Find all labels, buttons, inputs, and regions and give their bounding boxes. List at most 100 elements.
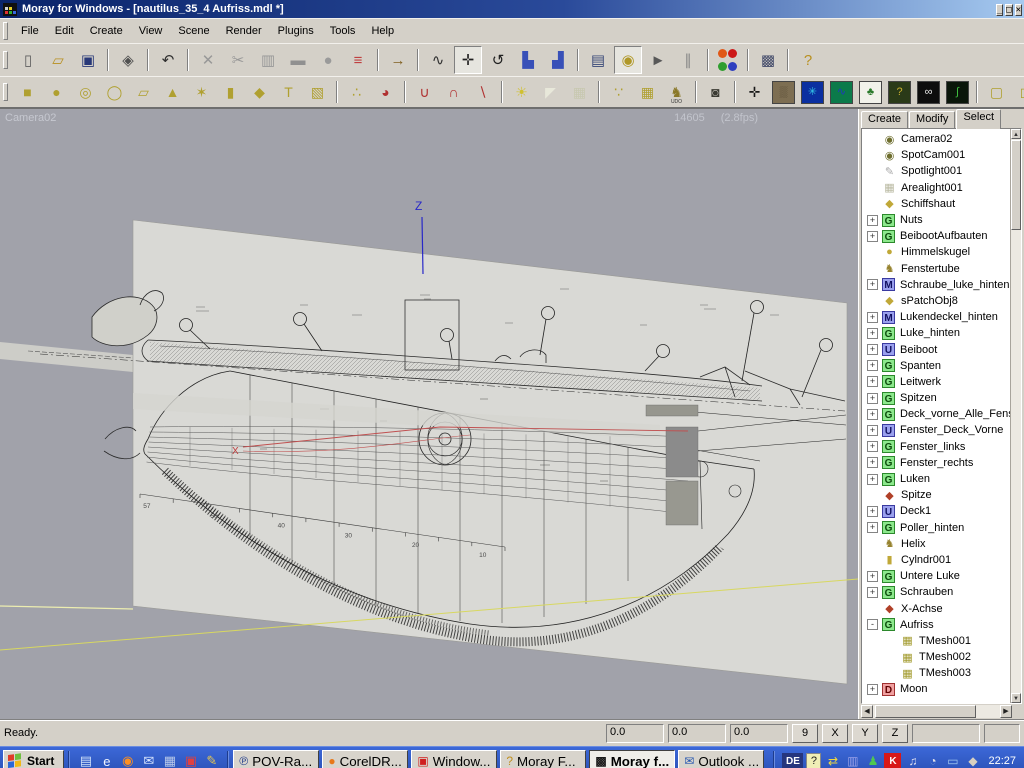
tree-item-beiboot[interactable]: +UBeiboot — [863, 341, 1010, 357]
axis-button-x[interactable]: X — [822, 724, 848, 743]
tree-item-poller-hinten[interactable]: +GPoller_hinten — [863, 520, 1010, 536]
text-primitive-icon[interactable]: T — [275, 79, 302, 105]
materials-editor-icon[interactable] — [714, 46, 742, 74]
tab-create[interactable]: Create — [861, 111, 908, 128]
tree-item-cylndr001[interactable]: ▮Cylndr001 — [863, 552, 1010, 568]
expand-icon[interactable]: + — [867, 279, 878, 290]
axis-button-y[interactable]: Y — [852, 724, 878, 743]
tree-item-deck-vorne-alle-fenster[interactable]: +GDeck_vorne_Alle_Fenster — [863, 406, 1010, 422]
internet-explorer-icon[interactable]: e — [97, 752, 116, 768]
pattern-texture-icon[interactable]: ∿ — [830, 81, 853, 104]
plasma-texture-icon[interactable]: ✳ — [801, 81, 824, 104]
toolbar-grip[interactable] — [3, 22, 8, 40]
expand-icon[interactable]: + — [867, 376, 878, 387]
pyramid-primitive-icon[interactable]: ◆ — [246, 79, 273, 105]
rock-texture-icon[interactable]: ▒ — [772, 81, 795, 104]
expand-icon[interactable]: + — [867, 571, 878, 582]
task-button-pov-ra[interactable]: ℗POV-Ra... — [233, 750, 319, 768]
title-bar[interactable]: Moray for Windows - [nautilus_35_4 Aufri… — [0, 0, 1024, 18]
tree-item-spotlight001[interactable]: ✎Spotlight001 — [863, 163, 1010, 179]
pointlight-icon[interactable]: ☀ — [508, 79, 535, 105]
tree-item-fenster-links[interactable]: +GFenster_links — [863, 439, 1010, 455]
box-primitive-icon[interactable]: ■ — [14, 79, 41, 105]
spheres-group-icon[interactable]: ∵ — [605, 79, 632, 105]
cut-icon[interactable]: ✂ — [224, 46, 252, 74]
lattice-icon[interactable]: ▦ — [634, 79, 661, 105]
horizontal-scroll-thumb[interactable] — [875, 705, 976, 718]
tree-texture-icon[interactable]: ♣ — [859, 81, 882, 104]
tree-item-arealight001[interactable]: ▦Arealight001 — [863, 180, 1010, 196]
scale-uniform-icon[interactable]: ▟ — [544, 46, 572, 74]
blob-group-icon[interactable]: ∴ — [343, 79, 370, 105]
viewport-canvas[interactable]: X Z 575040302010 — [0, 109, 858, 719]
arealight-icon[interactable]: ▦ — [566, 79, 593, 105]
expand-icon[interactable]: + — [867, 328, 878, 339]
edit-curve-icon[interactable]: ∿ — [424, 46, 452, 74]
rounded-box-icon[interactable]: ▢ — [983, 79, 1010, 105]
antivirus-icon[interactable]: K — [884, 753, 901, 768]
expand-icon[interactable]: + — [867, 215, 878, 226]
scroll-left-icon[interactable]: ◀ — [861, 705, 873, 718]
menu-view[interactable]: View — [131, 22, 171, 40]
tree-item-spotcam001[interactable]: ◉SpotCam001 — [863, 147, 1010, 163]
coordinate-field[interactable]: 0.0 — [730, 724, 788, 743]
taskbar-clock[interactable]: 22:27 — [988, 755, 1016, 767]
pause-icon[interactable]: ∥ — [674, 46, 702, 74]
tree-item-camera02[interactable]: ◉Camera02 — [863, 131, 1010, 147]
next-keyframe-icon[interactable]: ► — [644, 46, 672, 74]
axis-button-9[interactable]: 9 — [792, 724, 818, 743]
expand-icon[interactable]: + — [867, 474, 878, 485]
save-icon[interactable]: ▣ — [74, 46, 102, 74]
blob-icon[interactable]: ● — [314, 46, 342, 74]
moray-logo-icon[interactable] — [3, 3, 17, 16]
restore-button[interactable]: □ — [1005, 4, 1012, 16]
menu-plugins[interactable]: Plugins — [270, 22, 322, 40]
update-icon[interactable]: ⇄ — [824, 753, 841, 768]
quick-render-icon[interactable]: ◈ — [114, 46, 142, 74]
clock-tray-icon[interactable]: ◔ — [924, 753, 941, 768]
tree-item-tmesh002[interactable]: ▦TMesh002 — [863, 649, 1010, 665]
expand-icon[interactable]: + — [867, 312, 878, 323]
stereo-glasses-icon[interactable]: ∞ — [917, 81, 940, 104]
import-icon[interactable]: → — [384, 46, 412, 74]
vertical-scroll-thumb[interactable] — [1011, 140, 1021, 230]
tree-item-leitwerk[interactable]: +GLeitwerk — [863, 374, 1010, 390]
tree-item-spitzen[interactable]: +GSpitzen — [863, 390, 1010, 406]
tree-item-nuts[interactable]: +GNuts — [863, 212, 1010, 228]
tree-item-luke-hinten[interactable]: +GLuke_hinten — [863, 325, 1010, 341]
materials-stack-icon[interactable]: ≡ — [344, 46, 372, 74]
start-button[interactable]: Start — [3, 750, 64, 768]
calculator-icon[interactable]: ▦ — [160, 752, 179, 768]
eraser-icon[interactable]: ◆ — [964, 753, 981, 768]
menu-create[interactable]: Create — [82, 22, 131, 40]
minimize-button[interactable]: _ — [996, 4, 1003, 16]
menu-scene[interactable]: Scene — [170, 22, 217, 40]
tree-vertical-scrollbar[interactable]: ▲ ▼ — [1010, 129, 1021, 703]
copy-icon[interactable]: ▥ — [254, 46, 282, 74]
scroll-down-icon[interactable]: ▼ — [1011, 693, 1021, 703]
floppy-save-icon[interactable]: ▣ — [181, 752, 200, 768]
axis-button-z[interactable]: Z — [882, 724, 908, 743]
tree-item-tmesh003[interactable]: ▦TMesh003 — [863, 665, 1010, 681]
cylinder-primitive-icon[interactable]: ▮ — [217, 79, 244, 105]
capsule-icon[interactable]: ◻ — [1012, 79, 1024, 105]
network-icon[interactable]: ▥ — [844, 753, 861, 768]
scale-icon[interactable]: ▙ — [514, 46, 542, 74]
star-primitive-icon[interactable]: ✶ — [188, 79, 215, 105]
scroll-up-icon[interactable]: ▲ — [1011, 129, 1021, 139]
tree-item-lukendeckel-hinten[interactable]: +MLukendeckel_hinten — [863, 309, 1010, 325]
undo-icon[interactable]: ↶ — [154, 46, 182, 74]
menu-tools[interactable]: Tools — [322, 22, 364, 40]
scroll-right-icon[interactable]: ▶ — [1000, 705, 1012, 718]
tree-item-aufriss[interactable]: -GAufriss — [863, 617, 1010, 633]
expand-icon[interactable]: + — [867, 684, 878, 695]
expand-icon[interactable]: + — [867, 344, 878, 355]
coordinate-field[interactable]: 0.0 — [606, 724, 664, 743]
sphere-primitive-icon[interactable]: ● — [43, 79, 70, 105]
language-indicator[interactable]: DE — [782, 753, 803, 768]
tree-horizontal-scrollbar[interactable]: ◀ ▶ — [861, 705, 1022, 718]
pie-slice-icon[interactable]: ◕ — [372, 79, 399, 105]
media-player-icon[interactable]: ◉ — [118, 752, 137, 768]
tree-item-fenster-rechts[interactable]: +GFenster_rechts — [863, 455, 1010, 471]
expand-icon[interactable]: + — [867, 457, 878, 468]
